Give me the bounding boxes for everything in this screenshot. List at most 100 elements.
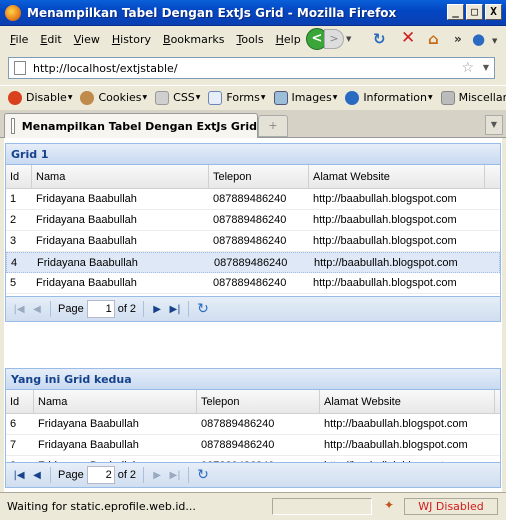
column-header-nama[interactable]: Nama — [32, 165, 209, 188]
cell-nama: Fridayana Baabullah — [38, 418, 139, 430]
pager-separator — [143, 467, 145, 483]
minimize-button[interactable]: _ — [447, 4, 464, 20]
address-url[interactable]: http://localhost/extjstable/ — [33, 62, 178, 75]
page-label: Page — [58, 303, 84, 315]
table-row[interactable]: 5 Fridayana Baabullah 087889486240 http:… — [6, 273, 500, 294]
next-page-icon[interactable]: ▶ — [148, 304, 166, 315]
menu-view[interactable]: View — [68, 33, 106, 46]
address-bar[interactable]: http://localhost/extjstable/ ☆ ▼ — [8, 57, 495, 79]
forward-button[interactable]: > — [324, 29, 344, 49]
history-dropdown-icon[interactable]: ▼ — [346, 35, 351, 43]
new-tab-button[interactable]: + — [258, 115, 288, 137]
table-row[interactable]: 6 Fridayana Baabullah 087889486240 http:… — [6, 414, 500, 435]
grid-1-header: Id Nama Telepon Alamat Website — [6, 165, 500, 189]
maximize-button[interactable]: □ — [466, 4, 483, 20]
last-page-icon[interactable]: ▶| — [166, 470, 184, 481]
devbar-label: CSS — [173, 91, 195, 104]
cell-nama: Fridayana Baabullah — [38, 439, 139, 451]
cell-telepon: 087889486240 — [213, 214, 287, 226]
page-icon — [14, 61, 26, 75]
page-input[interactable]: 1 — [86, 300, 115, 318]
address-dropdown-icon[interactable]: ▼ — [483, 63, 489, 72]
table-row-selected[interactable]: 4 Fridayana Baabullah 087889486240 http:… — [6, 252, 500, 273]
cell-website: http://baabullah.blogspot.com — [313, 235, 457, 247]
cell-id: 4 — [11, 257, 18, 269]
status-progress-panel — [272, 498, 372, 515]
prev-page-icon[interactable]: ◀ — [28, 304, 46, 315]
bookmark-star-icon[interactable]: ☆ — [461, 60, 474, 76]
overflow-chevron-icon[interactable]: » — [454, 32, 462, 46]
cell-telepon: 087889486240 — [213, 235, 287, 247]
firebug-icon[interactable]: ✦ — [380, 498, 398, 515]
table-row[interactable]: 7 Fridayana Baabullah 087889486240 http:… — [6, 435, 500, 456]
cell-website: http://baabullah.blogspot.com — [313, 277, 457, 289]
page-count-label: of 2 — [117, 469, 137, 481]
wj-status-badge[interactable]: WJ Disabled — [404, 498, 498, 515]
menu-bookmarks[interactable]: Bookmarks — [157, 33, 230, 46]
cell-telepon: 087889486240 — [213, 277, 287, 289]
menu-tools[interactable]: Tools — [230, 33, 269, 46]
cookies-icon — [80, 90, 95, 105]
devbar-label: Images — [291, 91, 332, 104]
refresh-icon[interactable]: ↻ — [197, 301, 209, 317]
devbar-cookies[interactable]: Cookies ▼ — [80, 90, 147, 105]
devbar-information[interactable]: Information ▼ — [345, 90, 433, 105]
devbar-miscellaneous[interactable]: Miscellaneous — [440, 90, 506, 105]
menu-file[interactable]: File — [4, 33, 34, 46]
first-page-icon[interactable]: |◀ — [10, 304, 28, 315]
home-icon[interactable]: ⌂ — [428, 30, 439, 48]
menu-edit[interactable]: Edit — [34, 33, 67, 46]
grid-1: Grid 1 Id Nama Telepon Alamat Website 1 … — [5, 143, 501, 322]
devbar-forms[interactable]: Forms ▼ — [208, 90, 266, 105]
nav-buttons: < > ▼ — [306, 28, 351, 50]
devbar-label: Miscellaneous — [458, 91, 506, 104]
globe-icon[interactable]: ● — [472, 30, 485, 48]
column-header-alamat-website[interactable]: Alamat Website — [320, 390, 495, 413]
column-header-nama[interactable]: Nama — [34, 390, 197, 413]
tab-extjs-grid[interactable]: Menampilkan Tabel Dengan ExtJs Grid — [4, 113, 258, 138]
refresh-icon[interactable]: ↻ — [197, 467, 209, 483]
cell-id: 3 — [10, 235, 17, 247]
stop-icon[interactable]: ✕ — [401, 28, 415, 48]
first-page-icon[interactable]: |◀ — [10, 470, 28, 481]
grid-1-body: 1 Fridayana Baabullah 087889486240 http:… — [6, 189, 500, 294]
column-header-id[interactable]: Id — [6, 165, 32, 188]
cell-website: http://baabullah.blogspot.com — [313, 214, 457, 226]
prev-page-icon[interactable]: ◀ — [28, 470, 46, 481]
table-row[interactable]: 3 Fridayana Baabullah 087889486240 http:… — [6, 231, 500, 252]
devbar-images[interactable]: Images ▼ — [273, 90, 337, 105]
menu-history[interactable]: History — [106, 33, 157, 46]
devbar-label: Disable — [26, 91, 67, 104]
grid-2: Yang ini Grid kedua Id Nama Telepon Alam… — [5, 368, 501, 488]
menu-help[interactable]: Help — [270, 33, 307, 46]
cell-id: 7 — [10, 439, 17, 451]
next-page-icon[interactable]: ▶ — [148, 470, 166, 481]
pager-separator — [143, 301, 145, 317]
column-header-telepon[interactable]: Telepon — [197, 390, 320, 413]
last-page-icon[interactable]: ▶| — [166, 304, 184, 315]
grid-2-header: Id Nama Telepon Alamat Website — [6, 390, 500, 414]
devbar-label: Information — [363, 91, 427, 104]
column-header-alamat-website[interactable]: Alamat Website — [309, 165, 485, 188]
page-content: Grid 1 Id Nama Telepon Alamat Website 1 … — [0, 138, 506, 492]
forms-icon — [208, 90, 223, 105]
column-header-telepon[interactable]: Telepon — [209, 165, 309, 188]
cell-nama: Fridayana Baabullah — [36, 193, 137, 205]
cell-website: http://baabullah.blogspot.com — [324, 439, 468, 451]
window-controls: _ □ X — [447, 4, 502, 20]
devbar-css[interactable]: CSS ▼ — [155, 90, 200, 105]
cell-website: http://baabullah.blogspot.com — [324, 418, 468, 430]
globe-dropdown-icon[interactable]: ▼ — [492, 37, 497, 45]
page-input[interactable]: 2 — [86, 466, 115, 484]
css-icon — [155, 90, 170, 105]
table-row[interactable]: 2 Fridayana Baabullah 087889486240 http:… — [6, 210, 500, 231]
miscellaneous-icon — [440, 90, 455, 105]
tab-list-icon[interactable]: ▼ — [485, 115, 503, 135]
column-header-id[interactable]: Id — [6, 390, 34, 413]
close-button[interactable]: X — [485, 4, 502, 20]
grid-2-title: Yang ini Grid kedua — [6, 369, 500, 390]
cell-website: http://baabullah.blogspot.com — [313, 193, 457, 205]
table-row[interactable]: 1 Fridayana Baabullah 087889486240 http:… — [6, 189, 500, 210]
reload-icon[interactable]: ↻ — [373, 30, 386, 48]
devbar-disable[interactable]: Disable ▼ — [8, 90, 72, 105]
